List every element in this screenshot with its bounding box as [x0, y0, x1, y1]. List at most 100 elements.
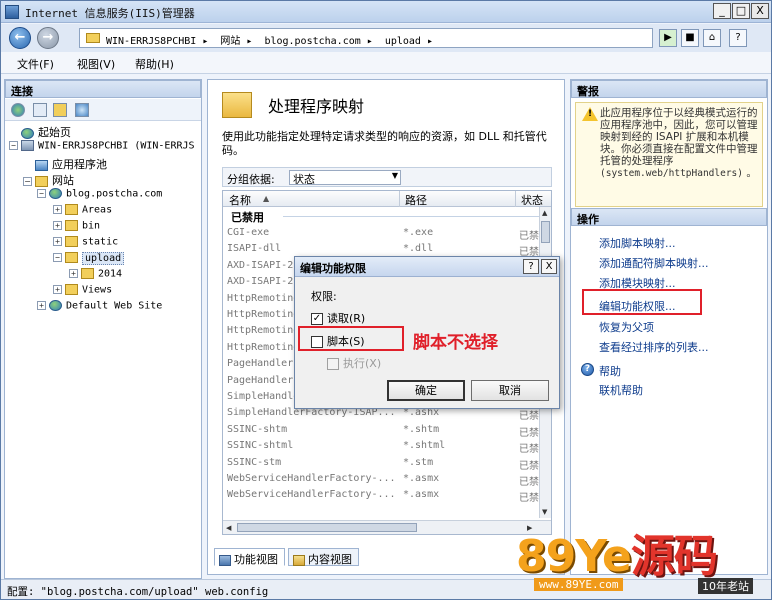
back-button[interactable]: ← — [9, 27, 31, 49]
column-state[interactable]: 状态 — [521, 192, 543, 208]
folder-icon — [86, 33, 100, 43]
connections-header: 连接 — [5, 80, 201, 98]
scroll-thumb[interactable] — [237, 523, 417, 532]
collapse-icon[interactable]: − — [53, 253, 62, 262]
tree-item-2014[interactable]: +2014 — [69, 268, 122, 283]
table-row[interactable]: SSINC-shtml *.shtml 已禁 — [223, 438, 541, 455]
column-name[interactable]: 名称 — [229, 192, 251, 208]
scroll-thumb[interactable] — [541, 221, 550, 243]
breadcrumb-item[interactable]: WIN-ERRJS8PCHBI — [106, 36, 196, 47]
group-by-select[interactable]: 状态 ▼ — [289, 170, 401, 186]
maximize-button[interactable]: □ — [732, 3, 750, 19]
watermark-tag: 10年老站 — [698, 578, 753, 594]
execute-checkbox — [327, 358, 339, 370]
sort-asc-icon: ▲ — [263, 194, 270, 203]
expand-icon[interactable]: + — [53, 221, 62, 230]
menu-file[interactable]: 文件(F) — [17, 56, 54, 72]
table-cell-name: WebServiceHandlerFactory-... — [227, 489, 396, 501]
expand-icon[interactable]: + — [53, 237, 62, 246]
table-row[interactable]: SSINC-shtm *.shtm 已禁 — [223, 422, 541, 439]
watermark-text: 89Ye源码 — [516, 531, 718, 582]
dialog-close-button[interactable]: X — [541, 259, 557, 274]
expand-icon[interactable]: + — [53, 285, 62, 294]
tree-item-bin[interactable]: + bin — [53, 220, 100, 235]
column-path[interactable]: 路径 — [405, 192, 427, 208]
list-header: 名称 ▲ 路径 状态 — [223, 191, 551, 207]
page-title: 处理程序映射 — [268, 97, 365, 116]
tree-item-server[interactable]: − WIN-ERRJS8PCHBI (WIN-ERRJS — [9, 140, 195, 155]
action-add-script-map[interactable]: 添加脚本映射... — [599, 235, 676, 251]
action-revert-to-parent[interactable]: 恢复为父项 — [599, 319, 654, 335]
connect-icon[interactable] — [11, 103, 25, 117]
actions-panel: 警报 ! 此应用程序位于以经典模式运行的应用程序池中，因此，您可以管理映射到经的… — [570, 79, 768, 575]
collapse-icon[interactable]: − — [23, 176, 32, 186]
home-icon[interactable]: ⌂ — [703, 29, 721, 47]
tree-item-blog-site[interactable]: − blog.postcha.com — [37, 188, 162, 203]
expand-icon[interactable]: + — [53, 205, 62, 214]
stop-icon[interactable]: ■ — [681, 29, 699, 47]
ok-button[interactable]: 确定 — [387, 380, 465, 401]
dialog-title: 编辑功能权限 — [300, 262, 366, 275]
horizontal-scrollbar[interactable]: ◀ ▶ — [223, 520, 551, 534]
table-row[interactable]: SSINC-stm *.stm 已禁 — [223, 455, 541, 472]
save-icon[interactable] — [33, 103, 47, 117]
tree-item-views[interactable]: + Views — [53, 284, 112, 299]
tree-item-static[interactable]: + static — [53, 236, 118, 251]
chevron-down-icon: ▼ — [391, 171, 398, 180]
permissions-label: 权限: — [311, 290, 337, 303]
collapse-icon[interactable]: − — [37, 189, 46, 198]
folder-icon — [65, 204, 78, 215]
action-help[interactable]: 帮助 — [599, 363, 621, 379]
breadcrumb-item[interactable]: blog.postcha.com — [264, 36, 360, 47]
breadcrumb-item[interactable]: upload — [385, 36, 421, 47]
scroll-up-icon[interactable]: ▲ — [542, 209, 547, 217]
dialog-help-button[interactable]: ? — [523, 259, 539, 274]
collapse-icon[interactable]: − — [9, 141, 18, 150]
scroll-down-icon[interactable]: ▼ — [542, 508, 547, 516]
globe-icon — [49, 188, 62, 199]
forward-button[interactable]: → — [37, 27, 59, 49]
tree-item-default-web-site[interactable]: + Default Web Site — [37, 300, 162, 315]
action-add-wildcard-script-map[interactable]: 添加通配符脚本映射... — [599, 255, 709, 271]
read-checkbox-row[interactable]: ✓ 读取(R) — [311, 310, 365, 326]
table-row[interactable]: CGI-exe *.exe 已禁 — [223, 225, 541, 242]
group-title-disabled: 已禁用 — [231, 211, 264, 224]
table-row[interactable]: WebServiceHandlerFactory-... *.asmx 已禁 — [223, 471, 541, 488]
help-icon[interactable]: ? — [729, 29, 747, 47]
go-icon[interactable]: ▶ — [659, 29, 677, 47]
tree-item-app-pools[interactable]: 应用程序池 — [35, 156, 107, 171]
tree-item-upload[interactable]: − upload — [53, 251, 125, 267]
action-view-ordered-list[interactable]: 查看经过排序的列表... — [599, 339, 709, 355]
breadcrumb-item[interactable]: 网站 — [220, 36, 240, 47]
table-cell-state: 已禁 — [519, 460, 539, 472]
column-divider[interactable] — [515, 191, 516, 207]
address-path[interactable]: WIN-ERRJS8PCHBI ▸ 网站 ▸ blog.postcha.com ▸ u… — [79, 28, 653, 48]
table-cell-name: SSINC-shtml — [227, 440, 294, 452]
up-folder-icon[interactable] — [53, 103, 67, 117]
menu-help[interactable]: 帮助(H) — [135, 56, 174, 72]
watermark-url: www.89YE.com — [534, 578, 624, 591]
folder-icon — [65, 220, 78, 231]
minimize-button[interactable]: _ — [713, 3, 731, 19]
expand-icon[interactable]: + — [37, 301, 46, 310]
breadcrumb: WIN-ERRJS8PCHBI ▸ 网站 ▸ blog.postcha.com ▸ u… — [106, 32, 439, 47]
highlight-edit-permissions — [582, 289, 702, 315]
expand-icon[interactable]: + — [69, 269, 78, 278]
column-divider[interactable] — [399, 191, 400, 207]
action-online-help[interactable]: 联机帮助 — [599, 382, 643, 398]
menu-view[interactable]: 视图(V) — [77, 56, 115, 72]
tab-features-view[interactable]: 功能视图 — [214, 548, 285, 566]
tab-content-view[interactable]: 内容视图 — [288, 548, 359, 566]
table-cell-name: WebServiceHandlerFactory-... — [227, 473, 396, 484]
table-row[interactable]: ISAPI-dll *.dll 已禁 — [223, 241, 541, 258]
refresh-icon[interactable] — [75, 103, 89, 117]
tree-item-start-page[interactable]: 起始页 — [21, 124, 71, 139]
read-checkbox[interactable]: ✓ — [311, 313, 323, 325]
tree-item-areas[interactable]: + Areas — [53, 204, 112, 219]
table-row[interactable]: WebServiceHandlerFactory-... *.asmx 已禁 — [223, 487, 541, 504]
cancel-button[interactable]: 取消 — [471, 380, 549, 401]
close-button[interactable]: X — [751, 3, 769, 19]
folder-icon — [81, 268, 94, 279]
tree-item-sites[interactable]: − 网站 — [23, 172, 74, 187]
scroll-left-icon[interactable]: ◀ — [226, 524, 231, 532]
